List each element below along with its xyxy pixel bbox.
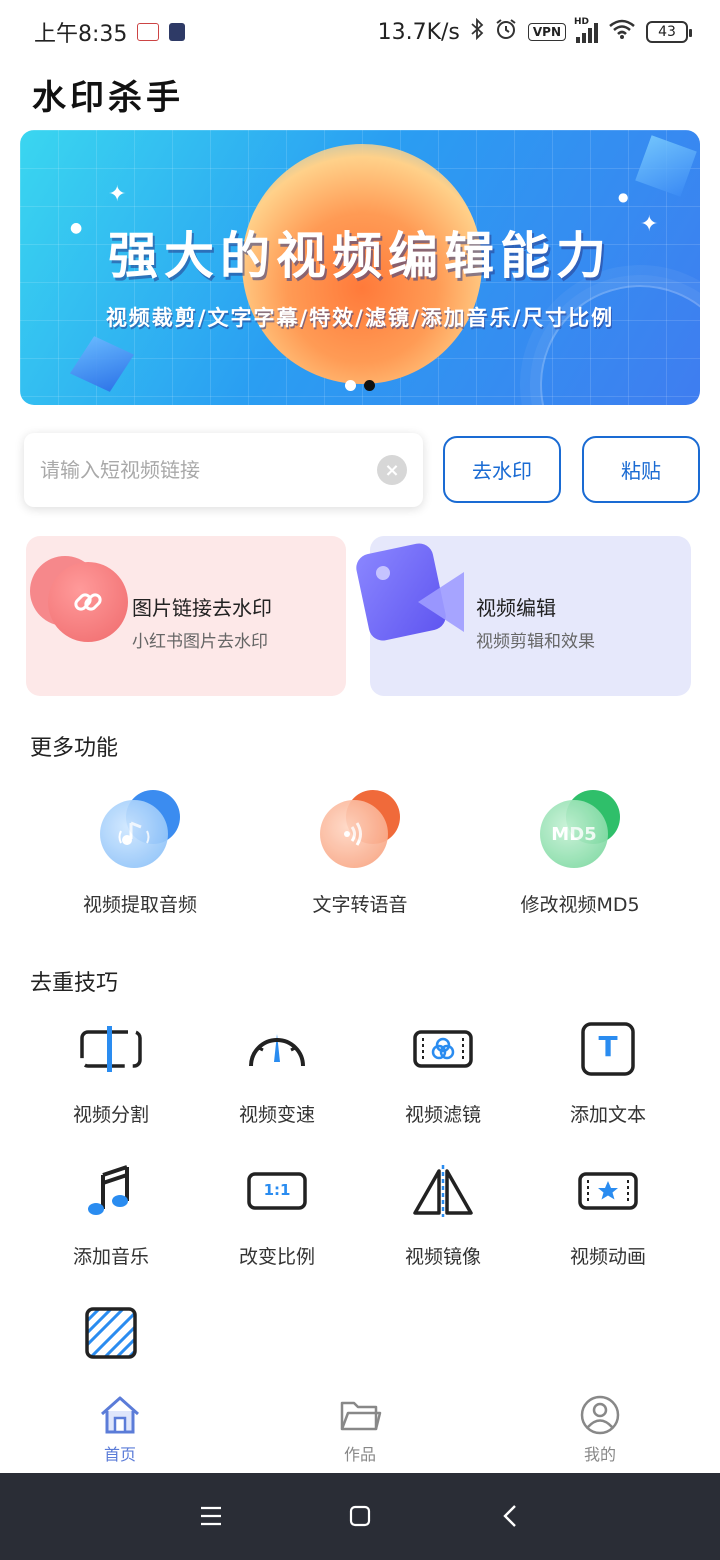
ratio-icon: 1:1 <box>242 1160 312 1222</box>
sparkle-icon: ✦ <box>108 182 127 207</box>
wifi-icon <box>608 18 636 46</box>
status-left: 上午8:35 <box>34 16 186 48</box>
animation-icon <box>573 1160 643 1222</box>
video-mirror-item[interactable]: 视频镜像 <box>360 1160 526 1269</box>
card-subtitle: 视频剪辑和效果 <box>476 632 595 652</box>
app-title: 水印杀手 <box>32 78 184 118</box>
music-icon <box>76 1160 146 1222</box>
folder-icon <box>300 1393 420 1437</box>
home-button-icon[interactable] <box>345 1501 375 1531</box>
nav-works-label: 作品 <box>343 1445 376 1464</box>
nav-profile[interactable]: 我的 <box>540 1393 660 1465</box>
image-link-watermark-card[interactable]: 图片链接去水印 小红书图片去水印 <box>26 536 346 696</box>
card-title: 图片链接去水印 <box>132 596 272 620</box>
modify-md5-label: 修改视频MD5 <box>520 894 640 916</box>
system-nav-bar <box>0 1473 720 1560</box>
card-subtitle: 小红书图片去水印 <box>132 632 268 652</box>
pagination-dot[interactable] <box>345 380 356 391</box>
md5-icon: MD5 <box>540 790 620 870</box>
video-animation-item[interactable]: 视频动画 <box>525 1160 691 1269</box>
video-filter-label: 视频滤镜 <box>404 1104 481 1126</box>
status-right: 13.7K/s VPN HD 43 <box>377 17 692 47</box>
music-note-icon <box>100 790 180 870</box>
hatch-icon <box>76 1302 146 1364</box>
ratio-icon-text: 1:1 <box>263 1181 291 1199</box>
text-icon-glyph: T <box>598 1030 618 1063</box>
md5-badge: MD5 <box>540 800 608 868</box>
sparkle-icon: ● <box>618 190 629 204</box>
status-bar: 上午8:35 13.7K/s VPN HD 43 <box>0 0 720 64</box>
text-to-speech-item[interactable]: 文字转语音 <box>250 790 470 917</box>
change-ratio-item[interactable]: 1:1 改变比例 <box>194 1160 360 1269</box>
extract-audio-item[interactable]: 视频提取音频 <box>30 790 250 917</box>
dedup-tips-title: 去重技巧 <box>30 971 119 996</box>
split-icon <box>76 1018 146 1080</box>
hatch-effect-item[interactable] <box>28 1302 194 1384</box>
promo-banner[interactable]: ✦ ✦ ● ● 强大的视频编辑能力 视频裁剪/文字字幕/特效/滤镜/添加音乐/尺… <box>20 130 700 405</box>
video-animation-label: 视频动画 <box>569 1246 646 1268</box>
more-features-title: 更多功能 <box>30 736 119 761</box>
add-text-label: 添加文本 <box>569 1104 646 1126</box>
signal-icon: HD <box>574 17 598 43</box>
battery-icon: 43 <box>646 21 692 43</box>
hd-label: HD <box>574 17 590 27</box>
alarm-icon <box>494 17 518 47</box>
text-to-speech-label: 文字转语音 <box>312 894 408 916</box>
nav-home[interactable]: 首页 <box>60 1393 180 1465</box>
paste-button[interactable]: 粘贴 <box>582 436 700 503</box>
pagination-dot-active[interactable] <box>364 380 375 391</box>
speedometer-icon <box>242 1018 312 1080</box>
net-speed: 13.7K/s <box>377 19 460 45</box>
video-edit-card[interactable]: 视频编辑 视频剪辑和效果 <box>353 536 691 696</box>
add-music-item[interactable]: 添加音乐 <box>28 1160 194 1269</box>
nav-profile-label: 我的 <box>583 1445 616 1464</box>
banner-pagination <box>345 380 375 391</box>
cat-notification-icon <box>169 23 186 41</box>
add-music-label: 添加音乐 <box>72 1246 149 1268</box>
text-icon: T <box>573 1018 643 1080</box>
video-speed-label: 视频变速 <box>238 1104 315 1126</box>
nav-home-label: 首页 <box>103 1445 136 1464</box>
bluetooth-icon <box>470 17 484 46</box>
link-icon <box>30 556 128 650</box>
video-speed-item[interactable]: 视频变速 <box>194 1018 360 1127</box>
sound-wave-icon <box>320 790 400 870</box>
card-text: 视频编辑 视频剪辑和效果 <box>476 592 595 652</box>
video-split-item[interactable]: 视频分割 <box>28 1018 194 1127</box>
banner-subtitle: 视频裁剪/文字字幕/特效/滤镜/添加音乐/尺寸比例 <box>105 306 615 330</box>
card-title: 视频编辑 <box>476 596 556 620</box>
filter-icon <box>408 1018 478 1080</box>
vpn-badge: VPN <box>527 23 566 41</box>
back-icon[interactable] <box>496 1501 526 1531</box>
menu-icon[interactable] <box>196 1501 226 1531</box>
app-notification-icon <box>137 23 160 41</box>
clear-input-icon[interactable]: × <box>377 455 407 485</box>
nav-works[interactable]: 作品 <box>300 1393 420 1465</box>
profile-icon <box>540 1393 660 1437</box>
clock: 上午8:35 <box>34 22 128 47</box>
video-edit-icon <box>353 540 472 644</box>
change-ratio-label: 改变比例 <box>238 1246 315 1268</box>
extract-audio-label: 视频提取音频 <box>82 894 197 916</box>
banner-title: 强大的视频编辑能力 <box>108 227 612 285</box>
add-text-item[interactable]: T 添加文本 <box>525 1018 691 1127</box>
home-icon <box>60 1393 180 1437</box>
video-filter-item[interactable]: 视频滤镜 <box>360 1018 526 1127</box>
video-url-input[interactable] <box>40 458 377 482</box>
bottom-nav: 首页 作品 我的 <box>0 1385 720 1473</box>
video-mirror-label: 视频镜像 <box>404 1246 481 1268</box>
card-text: 图片链接去水印 小红书图片去水印 <box>132 592 272 652</box>
remove-watermark-button[interactable]: 去水印 <box>443 436 561 503</box>
modify-md5-item[interactable]: MD5 修改视频MD5 <box>470 790 690 917</box>
mirror-icon <box>408 1160 478 1222</box>
video-split-label: 视频分割 <box>72 1104 149 1126</box>
url-input-container: × <box>24 433 423 507</box>
